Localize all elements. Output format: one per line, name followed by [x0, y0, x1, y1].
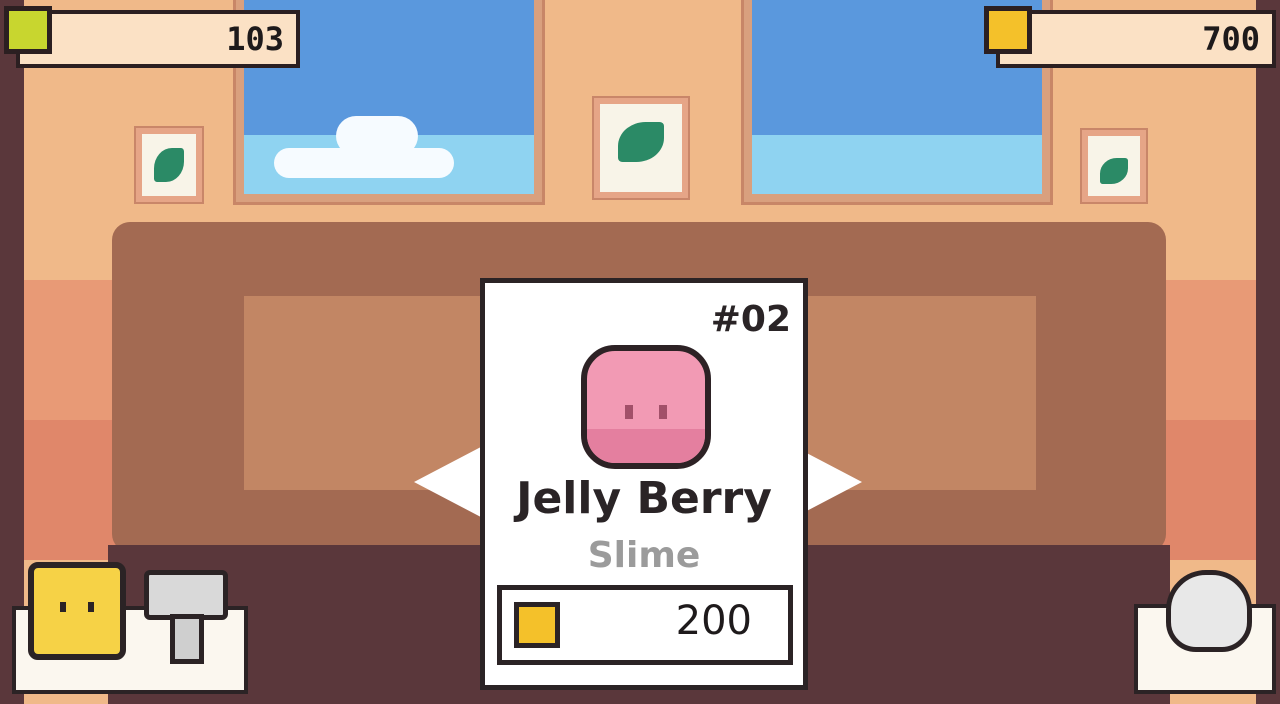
- hammer-button[interactable]: [134, 568, 234, 664]
- grass-picture-frame: [1082, 130, 1146, 202]
- wall-edge-left: [0, 0, 24, 704]
- money-bag-icon: [1166, 570, 1252, 652]
- slime-name: Jelly Berry: [516, 473, 772, 524]
- jelly-currency-bar: 103: [16, 10, 300, 68]
- gold-currency-bar: 700: [996, 10, 1276, 68]
- slime-card: #02 Jelly Berry Slime 200: [480, 278, 808, 690]
- gold-coin-icon: [984, 6, 1032, 54]
- hammer-handle: [170, 614, 204, 664]
- wall-edge-right: [1256, 0, 1280, 704]
- yellow-slime-button[interactable]: [28, 562, 126, 660]
- leaf-icon: [618, 122, 664, 162]
- gold-currency-value: 700: [1202, 20, 1260, 58]
- grass-icon: [1100, 158, 1128, 184]
- money-bag-button[interactable]: [1134, 570, 1276, 694]
- slime-eye: [60, 602, 66, 612]
- gold-coin-icon: [514, 602, 560, 648]
- price-value: 200: [675, 598, 752, 644]
- slime-type: Slime: [587, 535, 701, 576]
- plant-picture-frame: [136, 128, 202, 202]
- hammer-icon: [144, 570, 228, 620]
- leaf-icon: [154, 148, 184, 182]
- pink-slime-icon: [581, 345, 711, 469]
- leaf-picture-frame: [594, 98, 688, 198]
- buy-price-button[interactable]: 200: [497, 585, 793, 665]
- slime-number: #02: [710, 299, 791, 340]
- jelly-currency-icon: [4, 6, 52, 54]
- cloud: [336, 116, 418, 156]
- jelly-currency-value: 103: [226, 20, 284, 58]
- slime-eye: [88, 602, 94, 612]
